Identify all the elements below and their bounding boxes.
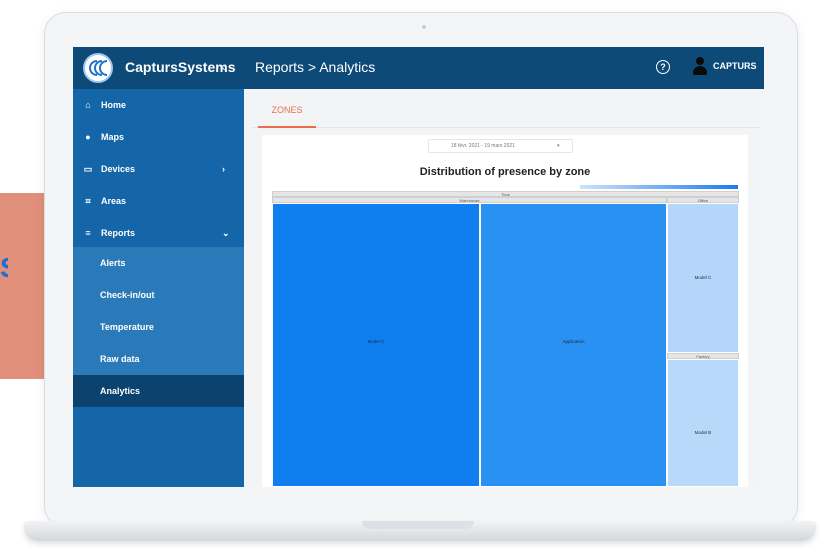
sidebar-item-home[interactable]: ⌂ Home — [73, 89, 244, 121]
submenu-item-label: Alerts — [100, 258, 126, 268]
chevron-down-icon: ⌄ — [222, 228, 230, 238]
main-content: ZONES 18 févr. 2021 - 19 mars 2021 ▾ Dis… — [244, 89, 764, 487]
camera-dot — [422, 25, 426, 29]
treemap-cell-label: Application — [562, 339, 585, 344]
treemap-cell-factory-model-b[interactable] — [667, 359, 739, 487]
sidebar-item-label: Areas — [101, 196, 127, 206]
sidebar: ⌂ Home ● Maps ▭ Devices › ⌗ Areas ≡ Repo… — [73, 89, 244, 487]
submenu-item-raw-data[interactable]: Raw data — [73, 343, 244, 375]
chevron-down-icon: ▾ — [557, 143, 560, 149]
date-range-value: 18 févr. 2021 - 19 mars 2021 — [451, 143, 515, 149]
areas-icon: ⌗ — [85, 196, 91, 206]
brand-name: CaptursSystems — [125, 59, 236, 75]
treemap-cell-label: Model C — [694, 275, 712, 280]
tab-zones[interactable]: ZONES — [252, 95, 322, 128]
color-scale-bar — [580, 185, 738, 189]
chevron-right-icon: › — [222, 164, 225, 174]
sidebar-item-label: Reports — [101, 228, 136, 238]
treemap-cell-label: Model C — [367, 339, 385, 344]
sidebar-item-maps[interactable]: ● Maps — [73, 121, 244, 153]
treemap-cell-warehouse-application[interactable] — [480, 203, 667, 487]
breadcrumb: Reports > Analytics — [255, 59, 376, 75]
treemap: Tous Warehouse Office Model C Applicatio… — [272, 191, 739, 487]
chart-title: Distribution of presence by zone — [419, 166, 591, 178]
chart-card: 18 févr. 2021 - 19 mars 2021 ▾ Distribut… — [262, 135, 748, 487]
submenu-item-alerts[interactable]: Alerts — [73, 247, 244, 279]
submenu-item-label: Analytics — [100, 386, 141, 396]
help-icon[interactable]: ? — [656, 60, 670, 74]
sidebar-item-reports[interactable]: ≡ Reports ⌄ — [73, 217, 244, 249]
sidebar-item-label: Devices — [101, 164, 136, 174]
user-avatar-icon[interactable] — [693, 57, 707, 75]
user-name[interactable]: CAPTURS — [713, 61, 757, 71]
treemap-cell-label: Model B — [694, 430, 712, 435]
devices-icon: ▭ — [83, 164, 93, 174]
captur-logo-icon — [83, 53, 113, 83]
background-letter: S — [0, 248, 8, 288]
submenu-item-check-in-out[interactable]: Check-in/out — [73, 279, 244, 311]
reports-list-icon: ≡ — [85, 228, 91, 238]
map-pin-icon: ● — [85, 132, 91, 142]
sidebar-item-areas[interactable]: ⌗ Areas — [73, 185, 244, 217]
home-icon: ⌂ — [85, 100, 91, 110]
collapse-sidebar-icon[interactable]: ‹ — [221, 58, 226, 74]
submenu-item-label: Temperature — [100, 322, 154, 332]
submenu-item-label: Raw data — [100, 354, 140, 364]
sidebar-item-label: Home — [101, 100, 127, 110]
sidebar-item-label: Maps — [101, 132, 125, 142]
date-range-picker[interactable]: 18 févr. 2021 - 19 mars 2021 ▾ — [428, 139, 573, 153]
sidebar-item-devices[interactable]: ▭ Devices › — [73, 153, 244, 185]
submenu-item-label: Check-in/out — [100, 290, 155, 300]
submenu-item-temperature[interactable]: Temperature — [73, 311, 244, 343]
submenu-item-analytics[interactable]: Analytics — [73, 375, 244, 407]
treemap-cell-warehouse-model-c[interactable] — [272, 203, 480, 487]
top-bar: CaptursSystems ‹ Reports > Analytics ? C… — [73, 47, 764, 89]
app-screen: CaptursSystems ‹ Reports > Analytics ? C… — [73, 47, 764, 487]
laptop-notch — [362, 521, 474, 529]
tab-bar: ZONES — [252, 95, 760, 128]
reports-submenu: Alerts Check-in/out Temperature Raw data… — [73, 247, 244, 407]
